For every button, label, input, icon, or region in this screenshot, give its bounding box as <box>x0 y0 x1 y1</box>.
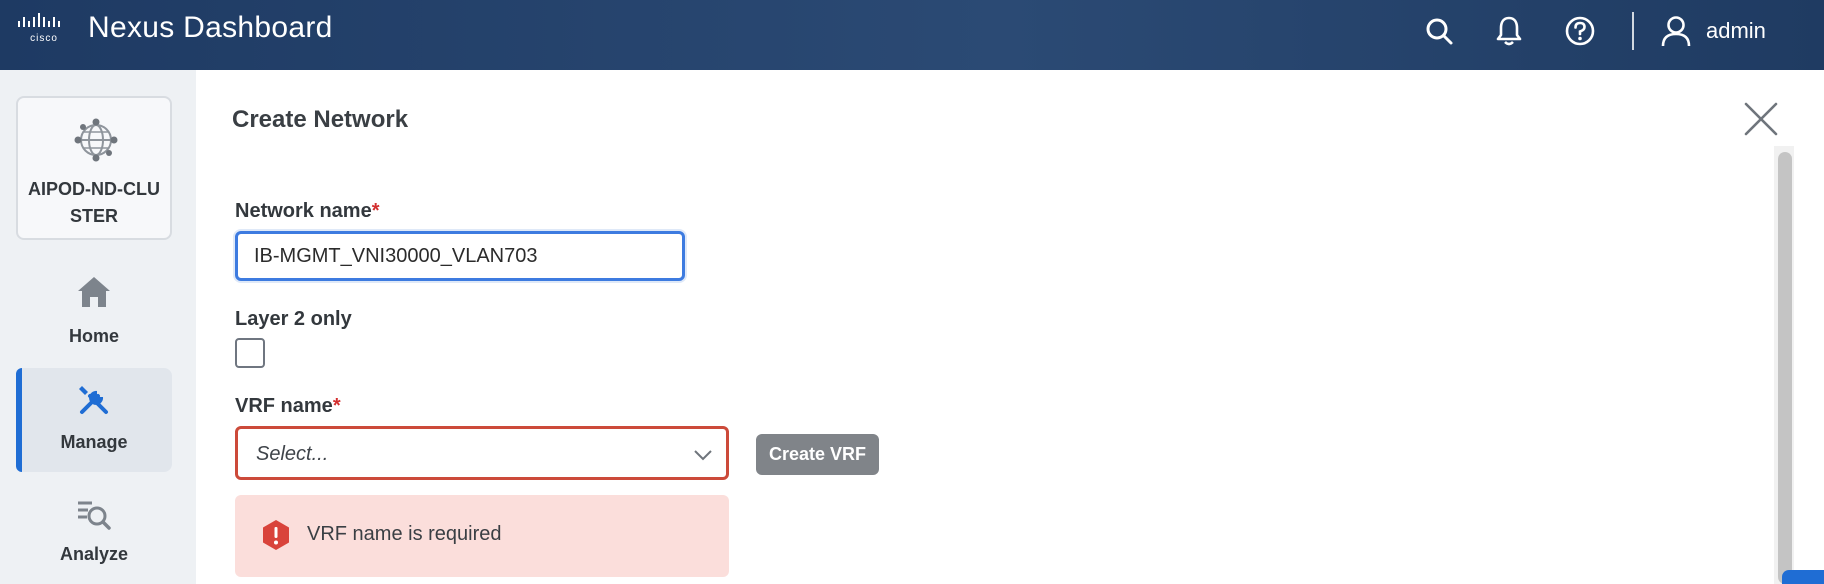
vrf-name-label: VRF name* <box>235 395 341 418</box>
search-icon[interactable] <box>1422 14 1456 48</box>
analyze-icon <box>74 494 114 534</box>
svg-text:cisco: cisco <box>30 33 58 44</box>
vrf-error-alert: VRF name is required <box>235 495 729 577</box>
floating-action-button[interactable] <box>1782 570 1824 584</box>
app-title: Nexus Dashboard <box>88 11 333 44</box>
bell-icon[interactable] <box>1492 14 1526 48</box>
close-icon[interactable] <box>1742 100 1780 138</box>
cluster-selector[interactable]: AIPOD-ND-CLUSTER <box>16 96 172 240</box>
top-header: cisco Nexus Dashboard admin <box>0 0 1824 70</box>
sidebar-item-label: Manage <box>60 432 128 452</box>
page-title: Create Network <box>232 106 409 133</box>
error-icon <box>263 520 289 550</box>
sidebar-item-manage[interactable]: Manage <box>16 368 172 472</box>
tools-icon <box>74 380 114 420</box>
create-vrf-button[interactable]: Create VRF <box>756 434 879 475</box>
vrf-select-placeholder: Select... <box>256 443 329 465</box>
user-name[interactable]: admin <box>1706 18 1766 44</box>
vrf-name-select[interactable]: Select... <box>235 426 729 480</box>
sidebar: AIPOD-ND-CLUSTER Home Manage Analyze <box>0 70 196 584</box>
required-mark: * <box>332 395 341 417</box>
network-name-input[interactable] <box>235 231 685 281</box>
vrf-name-label-text: VRF name <box>235 395 333 417</box>
network-name-label-text: Network name <box>235 200 372 222</box>
cluster-name: AIPOD-ND-CLUSTER <box>28 179 160 226</box>
user-icon[interactable] <box>1659 14 1693 48</box>
header-divider <box>1632 12 1634 50</box>
required-mark: * <box>371 200 380 222</box>
sidebar-item-label: Home <box>68 326 119 346</box>
create-network-panel: Create Network Network name* Layer 2 onl… <box>196 70 1824 584</box>
layer2-only-checkbox[interactable] <box>235 338 265 368</box>
scrollbar-thumb[interactable] <box>1778 152 1792 584</box>
sidebar-item-home[interactable]: Home <box>16 260 172 364</box>
sidebar-item-analyze[interactable]: Analyze <box>16 482 172 584</box>
sidebar-item-label: Analyze <box>59 544 129 564</box>
cisco-logo: cisco <box>18 13 60 44</box>
chevron-down-icon <box>694 450 712 461</box>
cluster-globe-icon <box>74 118 118 162</box>
help-icon[interactable] <box>1563 14 1597 48</box>
layer2-only-label: Layer 2 only <box>235 308 352 330</box>
error-message: VRF name is required <box>307 523 502 545</box>
home-icon <box>74 272 114 312</box>
network-name-label: Network name* <box>235 200 380 223</box>
